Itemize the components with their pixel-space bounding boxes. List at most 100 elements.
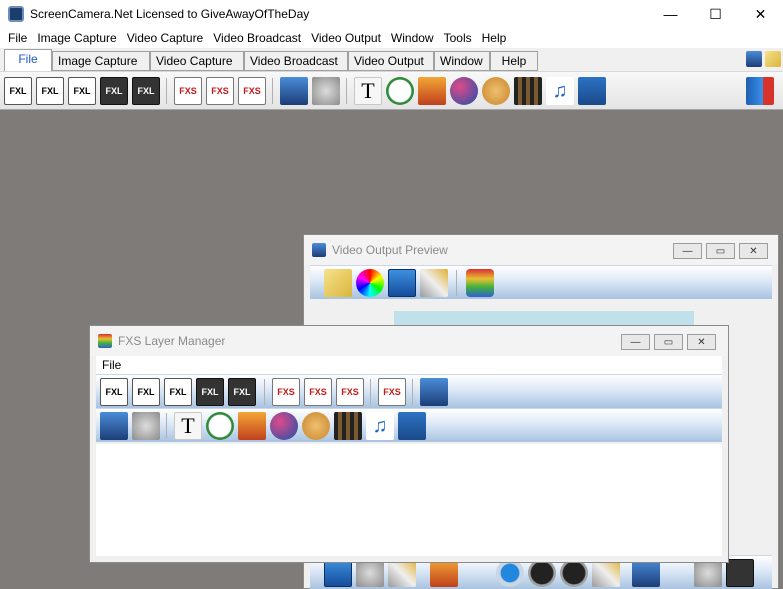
- layer-folder-fxl-button[interactable]: FXL: [164, 378, 192, 406]
- camera-icon[interactable]: [388, 269, 416, 297]
- output-image-icon[interactable]: [430, 559, 458, 587]
- broadcast-icon[interactable]: [694, 559, 722, 587]
- layer-list-icon[interactable]: [398, 412, 426, 440]
- output-monitor-icon[interactable]: [632, 559, 660, 587]
- film-icon[interactable]: [514, 77, 542, 105]
- app-titlebar: ScreenCamera.Net Licensed to GiveAwayOfT…: [0, 0, 783, 28]
- palette-icon[interactable]: [482, 77, 510, 105]
- menu-video-broadcast[interactable]: Video Broadcast: [208, 31, 306, 45]
- toolbar-separator: [264, 379, 265, 405]
- layers-stack-icon[interactable]: [466, 269, 494, 297]
- toolbar-separator: [346, 78, 347, 104]
- preview-minimize-button[interactable]: —: [673, 243, 702, 259]
- layer-open-fxl-button[interactable]: FXL: [132, 378, 160, 406]
- open-folder-fxl-button[interactable]: FXL: [68, 77, 96, 105]
- toolbar-separator: [370, 379, 371, 405]
- tab-video-broadcast[interactable]: Video Broadcast: [244, 51, 348, 71]
- preview-maximize-button[interactable]: ▭: [706, 243, 735, 259]
- layer-manager-minimize-button[interactable]: —: [621, 334, 650, 350]
- layer-manager-toolbar-2: T ♫: [96, 408, 722, 442]
- settings-tools-icon[interactable]: [388, 559, 416, 587]
- maximize-button[interactable]: ☐: [693, 0, 738, 28]
- layers-icon: [98, 334, 112, 348]
- edit-fxs-button[interactable]: FXS: [174, 77, 202, 105]
- shapes-icon[interactable]: [450, 77, 478, 105]
- layer-menu-file[interactable]: File: [102, 358, 121, 372]
- tab-window[interactable]: Window: [434, 51, 490, 71]
- app-title: ScreenCamera.Net Licensed to GiveAwayOfT…: [30, 7, 310, 21]
- layer-monitor-icon[interactable]: [420, 378, 448, 406]
- tab-video-output[interactable]: Video Output: [348, 51, 434, 71]
- open-folder-fxs-button[interactable]: FXS: [238, 77, 266, 105]
- toolbar-separator: [166, 78, 167, 104]
- open-fxl-button[interactable]: FXL: [36, 77, 64, 105]
- open-fxs-button[interactable]: FXS: [206, 77, 234, 105]
- video-output-preview-title: Video Output Preview: [332, 243, 448, 257]
- image-layer-icon[interactable]: [418, 77, 446, 105]
- layer-save-as-fxl-button[interactable]: FXL: [228, 378, 256, 406]
- app-camera-icon: [8, 6, 24, 22]
- menu-video-output[interactable]: Video Output: [306, 31, 386, 45]
- menu-file[interactable]: File: [3, 31, 32, 45]
- clock-icon[interactable]: [386, 77, 414, 105]
- layer-manager-titlebar[interactable]: FXS Layer Manager — ▭ ✕: [90, 326, 728, 356]
- output-tools-icon[interactable]: [592, 559, 620, 587]
- monitor-icon: [312, 243, 326, 257]
- layer-wizard-icon[interactable]: [132, 412, 160, 440]
- layer-shapes-icon[interactable]: [270, 412, 298, 440]
- layer-manager-close-button[interactable]: ✕: [687, 334, 716, 350]
- printer-icon[interactable]: [356, 559, 384, 587]
- wizard-icon[interactable]: [312, 77, 340, 105]
- exit-icon[interactable]: [746, 77, 774, 105]
- ribbon-options-icon[interactable]: [765, 51, 781, 67]
- toolbar-separator: [166, 413, 167, 439]
- menu-video-capture[interactable]: Video Capture: [122, 31, 209, 45]
- tab-file[interactable]: File: [4, 49, 52, 71]
- layer-new-fxl-button[interactable]: FXL: [100, 378, 128, 406]
- menu-image-capture[interactable]: Image Capture: [32, 31, 121, 45]
- layer-fxs-preview-button[interactable]: FXS: [378, 378, 406, 406]
- layer-save-fxl-button[interactable]: FXL: [196, 378, 224, 406]
- layer-manager-maximize-button[interactable]: ▭: [654, 334, 683, 350]
- snapshot-icon[interactable]: [324, 559, 352, 587]
- tools-icon[interactable]: [420, 269, 448, 297]
- new-fxl-button[interactable]: FXL: [4, 77, 32, 105]
- music-button[interactable]: ♫: [546, 77, 574, 105]
- menu-help[interactable]: Help: [477, 31, 512, 45]
- save-as-fxl-button[interactable]: FXL: [132, 77, 160, 105]
- layer-music-button[interactable]: ♫: [366, 412, 394, 440]
- tab-image-capture[interactable]: Image Capture: [52, 51, 150, 71]
- color-wheel-icon[interactable]: [356, 269, 384, 297]
- stop-button-icon[interactable]: [560, 559, 588, 587]
- text-layer-button[interactable]: T: [354, 77, 382, 105]
- layer-folder-fxs-button[interactable]: FXS: [336, 378, 364, 406]
- layer-palette-icon[interactable]: [302, 412, 330, 440]
- preview-close-button[interactable]: ✕: [739, 243, 768, 259]
- layer-manager-title: FXS Layer Manager: [118, 334, 226, 348]
- layer-clock-icon[interactable]: [206, 412, 234, 440]
- preview-toolbar: [310, 265, 772, 299]
- toolbar-separator: [272, 78, 273, 104]
- save-fxl-button[interactable]: FXL: [100, 77, 128, 105]
- layer-image-icon[interactable]: [238, 412, 266, 440]
- layer-list-icon[interactable]: [578, 77, 606, 105]
- layer-open-fxs-button[interactable]: FXS: [304, 378, 332, 406]
- layer-screen-capture-icon[interactable]: [100, 412, 128, 440]
- minimize-button[interactable]: —: [648, 0, 693, 28]
- pin-ribbon-icon[interactable]: [746, 51, 762, 67]
- layer-list-area[interactable]: [96, 444, 722, 556]
- close-button[interactable]: ✕: [738, 0, 783, 28]
- speaker-icon[interactable]: [726, 559, 754, 587]
- layer-text-button[interactable]: T: [174, 412, 202, 440]
- tab-video-capture[interactable]: Video Capture: [150, 51, 244, 71]
- triangle-icon[interactable]: [324, 269, 352, 297]
- video-output-preview-titlebar[interactable]: Video Output Preview — ▭ ✕: [304, 235, 778, 265]
- screen-capture-icon[interactable]: [280, 77, 308, 105]
- layer-film-icon[interactable]: [334, 412, 362, 440]
- pause-button-icon[interactable]: [528, 559, 556, 587]
- menu-window[interactable]: Window: [386, 31, 439, 45]
- layer-edit-fxs-button[interactable]: FXS: [272, 378, 300, 406]
- menu-tools[interactable]: Tools: [439, 31, 477, 45]
- record-button-icon[interactable]: [496, 559, 524, 587]
- tab-help[interactable]: Help: [490, 51, 538, 71]
